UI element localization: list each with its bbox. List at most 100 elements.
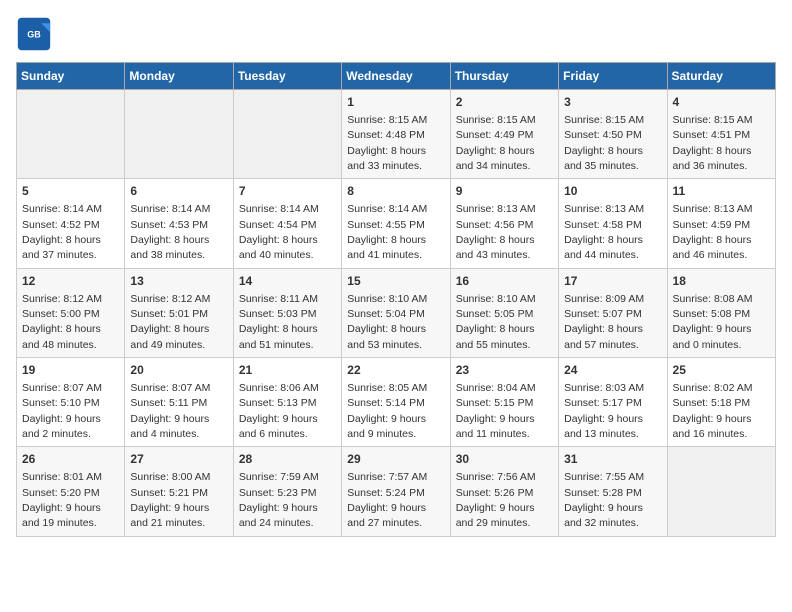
calendar-cell: 30 Sunrise: 7:56 AM Sunset: 5:26 PM Dayli… [450,447,558,536]
calendar-cell: 31 Sunrise: 7:55 AM Sunset: 5:28 PM Dayli… [559,447,667,536]
calendar-cell: 9 Sunrise: 8:13 AM Sunset: 4:56 PM Daylig… [450,179,558,268]
calendar-cell: 16 Sunrise: 8:10 AM Sunset: 5:05 PM Dayli… [450,268,558,357]
day-number: 30 [456,451,553,468]
calendar-cell: 15 Sunrise: 8:10 AM Sunset: 5:04 PM Dayli… [342,268,450,357]
calendar-week-5: 26 Sunrise: 8:01 AM Sunset: 5:20 PM Dayli… [17,447,776,536]
day-number: 10 [564,183,661,200]
day-info: Sunrise: 8:09 AM Sunset: 5:07 PM Dayligh… [564,293,644,351]
calendar-cell: 12 Sunrise: 8:12 AM Sunset: 5:00 PM Dayli… [17,268,125,357]
day-info: Sunrise: 8:14 AM Sunset: 4:54 PM Dayligh… [239,203,319,261]
weekday-header-thursday: Thursday [450,63,558,90]
day-info: Sunrise: 8:05 AM Sunset: 5:14 PM Dayligh… [347,382,427,440]
day-info: Sunrise: 8:15 AM Sunset: 4:50 PM Dayligh… [564,114,644,172]
day-info: Sunrise: 8:14 AM Sunset: 4:52 PM Dayligh… [22,203,102,261]
day-number: 17 [564,273,661,290]
logo: GB [16,16,56,52]
calendar-week-3: 12 Sunrise: 8:12 AM Sunset: 5:00 PM Dayli… [17,268,776,357]
day-number: 27 [130,451,227,468]
day-info: Sunrise: 8:13 AM Sunset: 4:59 PM Dayligh… [673,203,753,261]
weekday-header-friday: Friday [559,63,667,90]
calendar-cell: 18Sunrise: 8:08 AM Sunset: 5:08 PM Dayli… [667,268,775,357]
calendar-cell: 21Sunrise: 8:06 AM Sunset: 5:13 PM Dayli… [233,358,341,447]
weekday-header-monday: Monday [125,63,233,90]
calendar-week-2: 5Sunrise: 8:14 AM Sunset: 4:52 PM Daylig… [17,179,776,268]
day-info: Sunrise: 8:13 AM Sunset: 4:56 PM Dayligh… [456,203,536,261]
day-info: Sunrise: 8:13 AM Sunset: 4:58 PM Dayligh… [564,203,644,261]
calendar-cell: 4Sunrise: 8:15 AM Sunset: 4:51 PM Daylig… [667,90,775,179]
day-info: Sunrise: 8:15 AM Sunset: 4:48 PM Dayligh… [347,114,427,172]
day-number: 7 [239,183,336,200]
calendar-cell: 19 Sunrise: 8:07 AM Sunset: 5:10 PM Dayli… [17,358,125,447]
page-header: GB [16,16,776,52]
day-number: 13 [130,273,227,290]
weekday-header-tuesday: Tuesday [233,63,341,90]
day-number: 15 [347,273,444,290]
logo-icon: GB [16,16,52,52]
calendar-cell: 14 Sunrise: 8:11 AM Sunset: 5:03 PM Dayli… [233,268,341,357]
day-info: Sunrise: 8:12 AM Sunset: 5:01 PM Dayligh… [130,293,210,351]
calendar-cell: 7 Sunrise: 8:14 AM Sunset: 4:54 PM Daylig… [233,179,341,268]
calendar-cell: 27Sunrise: 8:00 AM Sunset: 5:21 PM Dayli… [125,447,233,536]
day-number: 25 [673,362,770,379]
day-info: Sunrise: 8:10 AM Sunset: 5:04 PM Dayligh… [347,293,427,351]
day-number: 9 [456,183,553,200]
calendar-week-1: 1 Sunrise: 8:15 AM Sunset: 4:48 PM Daylig… [17,90,776,179]
day-number: 20 [130,362,227,379]
day-number: 1 [347,94,444,111]
day-number: 26 [22,451,119,468]
weekday-row: SundayMondayTuesdayWednesdayThursdayFrid… [17,63,776,90]
day-info: Sunrise: 8:15 AM Sunset: 4:51 PM Dayligh… [673,114,753,172]
day-number: 2 [456,94,553,111]
day-info: Sunrise: 8:12 AM Sunset: 5:00 PM Dayligh… [22,293,102,351]
day-number: 22 [347,362,444,379]
calendar-cell: 25Sunrise: 8:02 AM Sunset: 5:18 PM Dayli… [667,358,775,447]
calendar-cell: 28Sunrise: 7:59 AM Sunset: 5:23 PM Dayli… [233,447,341,536]
day-info: Sunrise: 8:06 AM Sunset: 5:13 PM Dayligh… [239,382,319,440]
calendar-cell: 3Sunrise: 8:15 AM Sunset: 4:50 PM Daylig… [559,90,667,179]
calendar-cell: 23Sunrise: 8:04 AM Sunset: 5:15 PM Dayli… [450,358,558,447]
calendar-cell: 20 Sunrise: 8:07 AM Sunset: 5:11 PM Dayli… [125,358,233,447]
day-info: Sunrise: 7:56 AM Sunset: 5:26 PM Dayligh… [456,471,536,529]
day-info: Sunrise: 8:07 AM Sunset: 5:11 PM Dayligh… [130,382,210,440]
day-number: 24 [564,362,661,379]
day-number: 29 [347,451,444,468]
calendar-week-4: 19 Sunrise: 8:07 AM Sunset: 5:10 PM Dayli… [17,358,776,447]
day-number: 12 [22,273,119,290]
day-info: Sunrise: 8:10 AM Sunset: 5:05 PM Dayligh… [456,293,536,351]
day-number: 8 [347,183,444,200]
day-number: 19 [22,362,119,379]
day-info: Sunrise: 8:03 AM Sunset: 5:17 PM Dayligh… [564,382,644,440]
day-info: Sunrise: 8:07 AM Sunset: 5:10 PM Dayligh… [22,382,102,440]
calendar-cell: 26 Sunrise: 8:01 AM Sunset: 5:20 PM Dayli… [17,447,125,536]
calendar-cell [233,90,341,179]
day-info: Sunrise: 8:15 AM Sunset: 4:49 PM Dayligh… [456,114,536,172]
calendar-cell: 10 Sunrise: 8:13 AM Sunset: 4:58 PM Dayli… [559,179,667,268]
svg-text:GB: GB [27,30,41,40]
day-number: 23 [456,362,553,379]
calendar-cell: 1 Sunrise: 8:15 AM Sunset: 4:48 PM Daylig… [342,90,450,179]
calendar-cell [667,447,775,536]
day-info: Sunrise: 8:01 AM Sunset: 5:20 PM Dayligh… [22,471,102,529]
day-number: 31 [564,451,661,468]
calendar-cell: 2 Sunrise: 8:15 AM Sunset: 4:49 PM Daylig… [450,90,558,179]
calendar-cell: 6Sunrise: 8:14 AM Sunset: 4:53 PM Daylig… [125,179,233,268]
calendar-cell: 29 Sunrise: 7:57 AM Sunset: 5:24 PM Dayli… [342,447,450,536]
day-info: Sunrise: 7:57 AM Sunset: 5:24 PM Dayligh… [347,471,427,529]
day-info: Sunrise: 8:11 AM Sunset: 5:03 PM Dayligh… [239,293,318,351]
weekday-header-sunday: Sunday [17,63,125,90]
calendar-cell: 17 Sunrise: 8:09 AM Sunset: 5:07 PM Dayli… [559,268,667,357]
calendar-cell: 11 Sunrise: 8:13 AM Sunset: 4:59 PM Dayli… [667,179,775,268]
day-number: 11 [673,183,770,200]
calendar-cell: 8Sunrise: 8:14 AM Sunset: 4:55 PM Daylig… [342,179,450,268]
calendar-cell [17,90,125,179]
day-number: 6 [130,183,227,200]
day-number: 14 [239,273,336,290]
day-number: 16 [456,273,553,290]
day-info: Sunrise: 7:55 AM Sunset: 5:28 PM Dayligh… [564,471,644,529]
calendar-cell: 5Sunrise: 8:14 AM Sunset: 4:52 PM Daylig… [17,179,125,268]
weekday-header-wednesday: Wednesday [342,63,450,90]
day-info: Sunrise: 7:59 AM Sunset: 5:23 PM Dayligh… [239,471,319,529]
calendar-cell [125,90,233,179]
day-info: Sunrise: 8:08 AM Sunset: 5:08 PM Dayligh… [673,293,753,351]
calendar-cell: 22 Sunrise: 8:05 AM Sunset: 5:14 PM Dayli… [342,358,450,447]
